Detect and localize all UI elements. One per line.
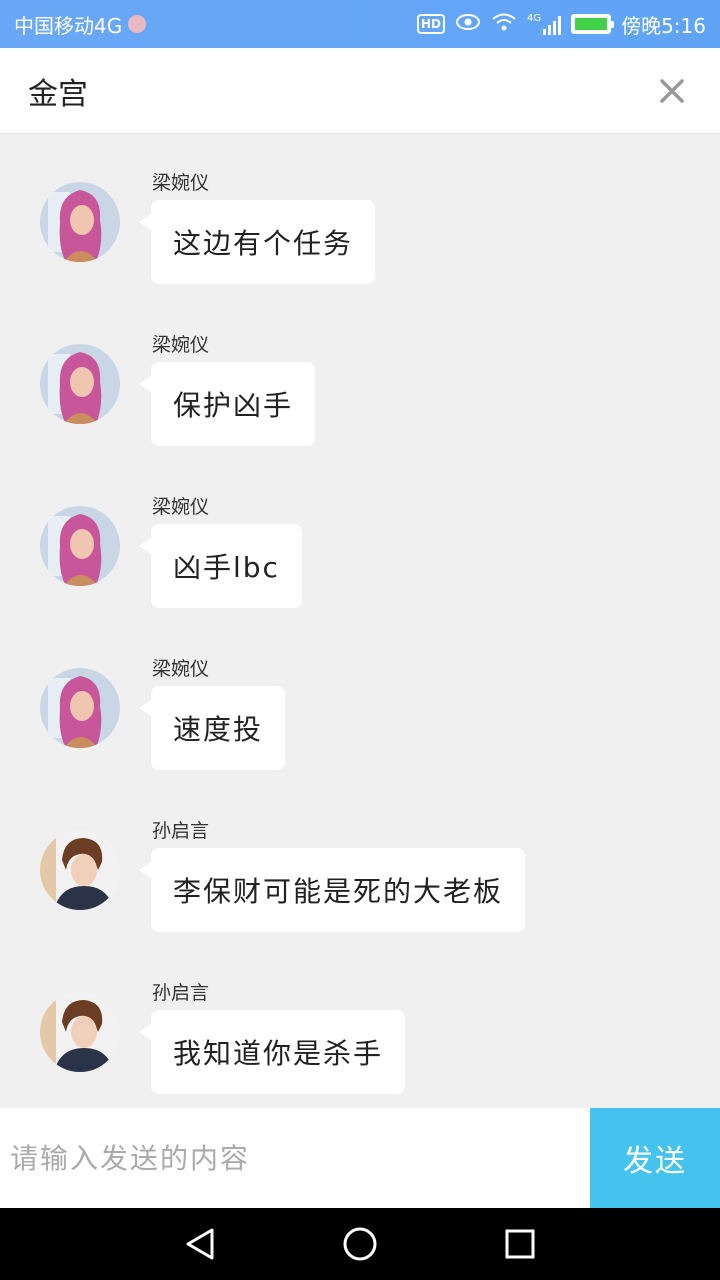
music-icon bbox=[128, 15, 147, 33]
message-bubble[interactable]: 这边有个任务 bbox=[138, 200, 376, 284]
clock-label: 傍晚5:16 bbox=[621, 13, 706, 38]
battery-icon bbox=[571, 14, 615, 34]
message-input-bar: 发送 bbox=[0, 1108, 720, 1208]
male-avatar[interactable] bbox=[40, 992, 120, 1072]
female-avatar[interactable] bbox=[40, 344, 120, 424]
message-input[interactable] bbox=[0, 1108, 590, 1208]
message-bubble[interactable]: 保护凶手 bbox=[138, 362, 316, 446]
page-title: 金宫 bbox=[28, 76, 88, 112]
chat-message: 梁婉仪 速度投 bbox=[0, 620, 720, 770]
recent-square-icon[interactable] bbox=[504, 1228, 536, 1260]
sender-name: 梁婉仪 bbox=[152, 334, 210, 356]
chat-header: 金宫 bbox=[0, 48, 720, 134]
female-avatar[interactable] bbox=[40, 182, 120, 262]
signal-icon: 4G bbox=[526, 13, 562, 35]
message-bubble[interactable]: 速度投 bbox=[138, 686, 286, 770]
message-bubble[interactable]: 李保财可能是死的大老板 bbox=[138, 848, 526, 932]
home-button[interactable] bbox=[342, 1226, 378, 1262]
close-button[interactable] bbox=[652, 71, 692, 111]
chat-message: 梁婉仪 这边有个任务 bbox=[0, 134, 720, 284]
recent-apps-button[interactable] bbox=[502, 1226, 538, 1262]
message-bubble[interactable]: 我知道你是杀手 bbox=[138, 1010, 406, 1094]
wifi-icon bbox=[491, 12, 517, 37]
send-button[interactable]: 发送 bbox=[590, 1108, 720, 1208]
home-circle-icon[interactable] bbox=[343, 1227, 377, 1261]
female-avatar[interactable] bbox=[40, 668, 120, 748]
hd-icon: HD bbox=[416, 14, 445, 34]
close-icon[interactable] bbox=[659, 78, 685, 104]
back-triangle-icon[interactable] bbox=[184, 1227, 216, 1261]
sender-name: 孙启言 bbox=[152, 982, 210, 1004]
male-avatar[interactable] bbox=[40, 830, 120, 910]
chat-message: 梁婉仪 保护凶手 bbox=[0, 296, 720, 446]
status-bar: 中国移动4G HD 4G 傍晚5:16 bbox=[0, 0, 720, 48]
eye-icon bbox=[455, 12, 481, 36]
sender-name: 梁婉仪 bbox=[152, 496, 210, 518]
sender-name: 梁婉仪 bbox=[152, 172, 210, 194]
sender-name: 孙启言 bbox=[152, 820, 210, 842]
sender-name: 梁婉仪 bbox=[152, 658, 210, 680]
chat-message: 梁婉仪 凶手lbc bbox=[0, 458, 720, 608]
chat-message-list[interactable]: 梁婉仪 这边有个任务 梁婉仪 保护凶手 梁婉仪 凶手lbc 梁婉仪 速度投 孙启… bbox=[0, 134, 720, 1108]
female-avatar[interactable] bbox=[40, 506, 120, 586]
back-button[interactable] bbox=[182, 1226, 218, 1262]
message-bubble[interactable]: 凶手lbc bbox=[139, 524, 302, 608]
navigation-bar bbox=[0, 1208, 720, 1280]
network-type-label: 4G bbox=[526, 13, 542, 24]
chat-message: 孙启言 李保财可能是死的大老板 bbox=[0, 782, 720, 932]
carrier-label: 中国移动4G bbox=[14, 13, 123, 38]
chat-message: 孙启言 我知道你是杀手 bbox=[0, 944, 720, 1094]
